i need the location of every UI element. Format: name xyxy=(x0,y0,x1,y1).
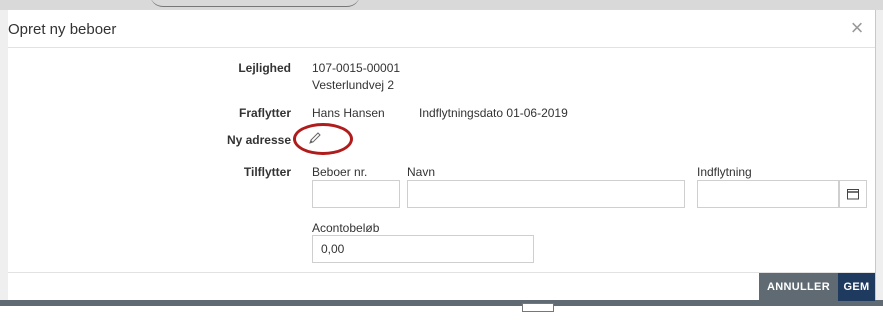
lejlighed-number: 107-0015-00001 xyxy=(312,61,401,75)
close-button[interactable]: × xyxy=(845,16,869,40)
create-resident-modal: Opret ny beboer × Lejlighed 107-0015-000… xyxy=(8,10,875,301)
fraflytter-name: Hans Hansen xyxy=(312,106,385,120)
modal-title: Opret ny beboer xyxy=(8,21,117,38)
cancel-button[interactable]: ANNULLER xyxy=(759,273,838,301)
background-page-top xyxy=(0,0,883,10)
highlight-circle xyxy=(293,123,353,155)
ny-adresse-label: Ny adresse xyxy=(226,133,291,147)
beboer-nr-input[interactable] xyxy=(312,180,400,208)
indflytning-label: Indflytning xyxy=(697,165,752,179)
save-button[interactable]: GEM xyxy=(838,273,875,301)
lejlighed-label: Lejlighed xyxy=(238,61,291,75)
modal-header: Opret ny beboer × xyxy=(8,10,875,48)
fraflytter-label: Fraflytter xyxy=(238,106,291,120)
background-right-edge xyxy=(875,10,883,300)
close-icon: × xyxy=(850,15,864,40)
background-scribble xyxy=(150,0,360,7)
navn-input[interactable] xyxy=(407,180,685,208)
background-page-bottom xyxy=(0,300,883,335)
acontobelob-input[interactable] xyxy=(312,235,534,263)
modal-footer: ANNULLER GEM xyxy=(8,272,875,301)
indflytning-input[interactable] xyxy=(697,180,839,208)
navn-label: Navn xyxy=(407,165,436,179)
calendar-icon xyxy=(847,189,859,200)
tilflytter-label: Tilflytter xyxy=(243,165,291,179)
fraflytter-move-in-date: Indflytningsdato 01-06-2019 xyxy=(419,106,568,120)
acontobelob-label: Acontobeløb xyxy=(312,221,380,235)
calendar-button[interactable] xyxy=(839,180,867,208)
background-notch xyxy=(522,303,554,312)
beboer-nr-label: Beboer nr. xyxy=(312,165,368,179)
lejlighed-address: Vesterlundvej 2 xyxy=(312,78,395,92)
background-bottom-bar xyxy=(0,300,883,306)
